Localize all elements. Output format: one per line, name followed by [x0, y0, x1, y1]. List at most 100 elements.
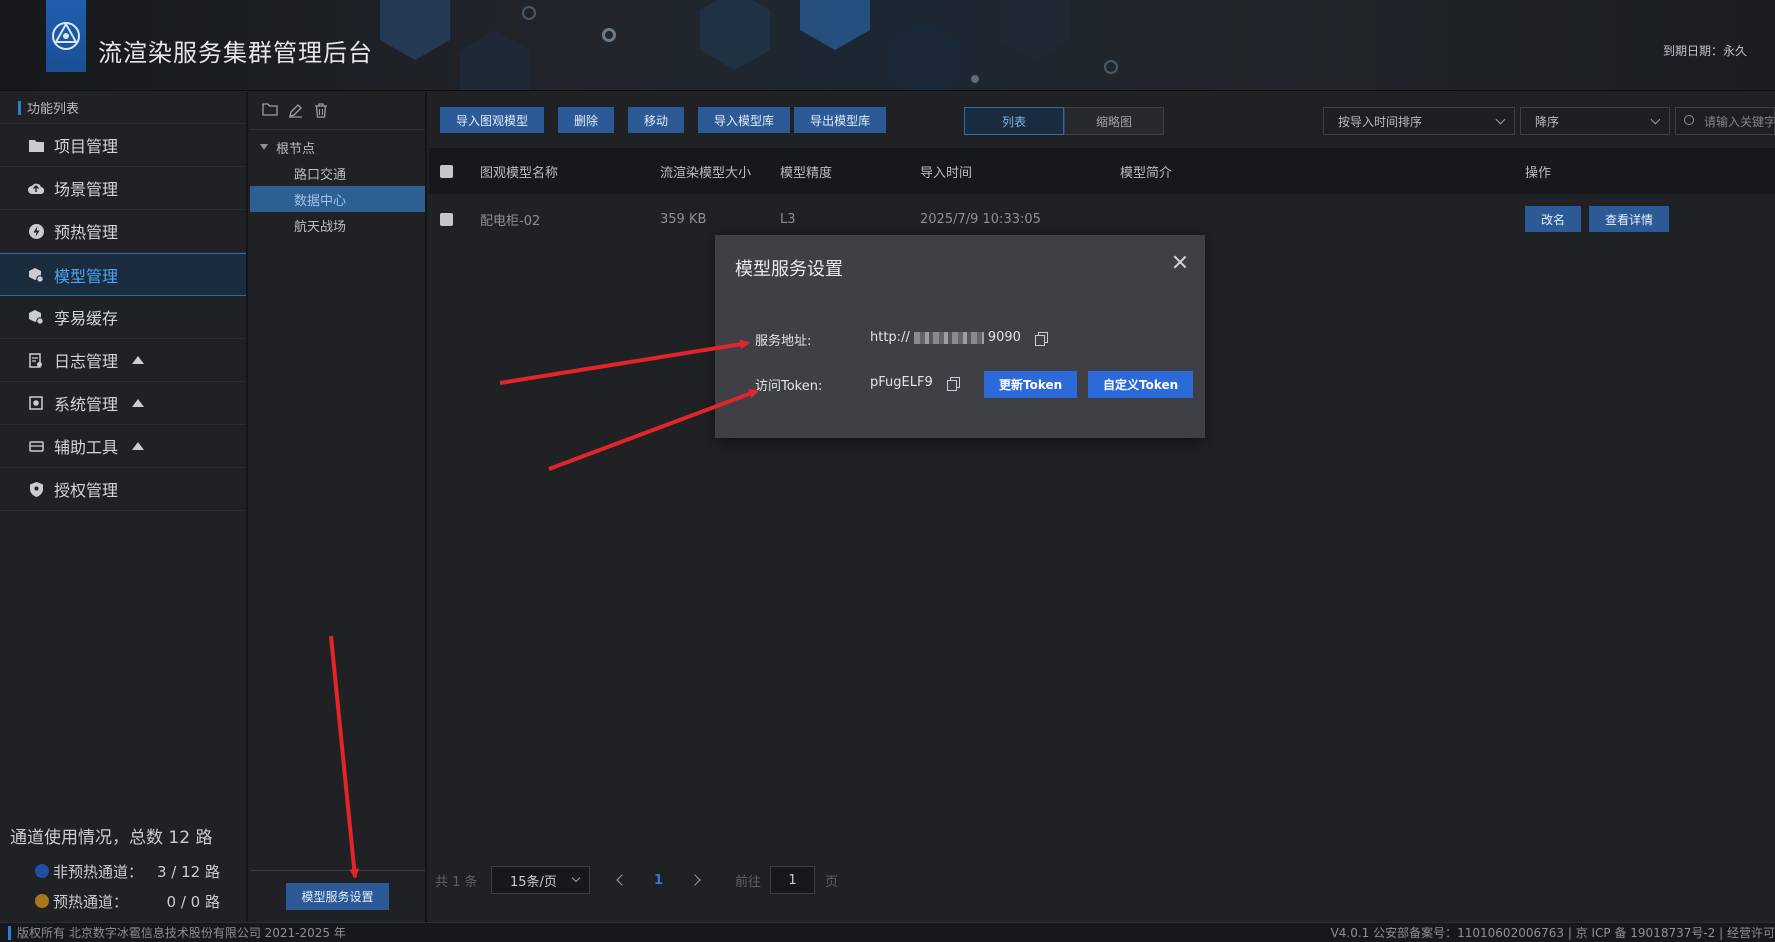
rename-button[interactable]: 改名 [1525, 206, 1582, 232]
access-token-label: 访问Token: [755, 379, 823, 394]
channel-usage: 通道使用情况，总数 12 路 非预热通道： 3 / 12 路 预热通道： 0 /… [10, 823, 240, 916]
sidebar: 功能列表 项目管理 场景管理 预热管理 模型管理 孪易缓存 日志管理 系统管理 … [0, 92, 248, 922]
goto-suffix: 页 [825, 874, 839, 890]
tree-node-label: 根节点 [276, 141, 316, 157]
column-header-precision: 模型精度 [780, 165, 833, 181]
new-folder-icon[interactable] [262, 102, 278, 119]
sidebar-item-model[interactable]: 模型管理 [0, 253, 246, 296]
folder-icon [28, 137, 44, 153]
footer-version: V4.0.1 公安部备案号：11010602006763 | 京 ICP 备 1… [1330, 926, 1775, 940]
sidebar-item-label: 预热管理 [54, 223, 119, 242]
caret-down-icon[interactable] [260, 144, 268, 150]
search-icon [1684, 115, 1694, 125]
address-suffix: 9090 [987, 330, 1021, 345]
dialog-title: 模型服务设置 [735, 259, 843, 280]
log-icon [28, 352, 44, 368]
sidebar-item-cache[interactable]: 孪易缓存 [0, 296, 246, 339]
tree-node-root[interactable]: 根节点 [250, 134, 425, 160]
search-input[interactable]: 请输入关键字 [1675, 107, 1775, 135]
channel-preheat: 预热通道： 0 / 0 路 [10, 886, 240, 916]
refresh-token-button[interactable]: 更新Token [984, 371, 1078, 398]
logo-icon [52, 21, 80, 50]
sidebar-item-label: 系统管理 [54, 395, 119, 414]
sidebar-item-project[interactable]: 项目管理 [0, 124, 246, 167]
cell-name: 配电柜-02 [480, 213, 541, 229]
tree-node[interactable]: 航天战场 [250, 212, 425, 238]
tab-thumbnail-view[interactable]: 缩略图 [1064, 107, 1164, 135]
page-size-value: 15条/页 [510, 874, 557, 890]
tab-list-view[interactable]: 列表 [964, 107, 1064, 135]
goto-label: 前往 [735, 874, 762, 890]
app-title: 流渲染服务集群管理后台 [98, 39, 373, 67]
channel-non-preheat: 非预热通道： 3 / 12 路 [10, 856, 240, 886]
goto-page-input[interactable] [770, 866, 815, 894]
footer-copyright: 版权所有 北京数字冰雹信息技术股份有限公司 2021-2025 年 [17, 926, 346, 940]
decor-dot [1104, 60, 1118, 74]
cell-import-time: 2025/7/9 10:33:05 [920, 211, 1041, 227]
cell-precision: L3 [780, 211, 796, 227]
trash-icon[interactable] [314, 102, 330, 119]
chevron-down-icon [1495, 114, 1506, 125]
decor-hex [1000, 0, 1070, 60]
tree-node[interactable]: 路口交通 [250, 160, 425, 186]
channel-usage-title: 通道使用情况，总数 12 路 [10, 828, 213, 848]
sidebar-item-label: 日志管理 [54, 352, 119, 371]
tree-node-selected[interactable]: 数据中心 [250, 186, 425, 212]
decor-hex [800, 0, 870, 50]
import-library-button[interactable]: 导入模型库 [698, 107, 791, 133]
copy-icon[interactable] [946, 376, 960, 391]
decor-hex [890, 20, 960, 90]
decor-dot [602, 28, 616, 42]
sidebar-item-label: 场景管理 [54, 180, 119, 199]
cell-size: 359 KB [660, 211, 707, 227]
sidebar-item-preheat[interactable]: 预热管理 [0, 210, 246, 253]
channel-label: 非预热通道： [53, 862, 144, 881]
sort-order-value: 降序 [1535, 114, 1560, 129]
chevron-up-icon [132, 399, 145, 407]
move-button[interactable]: 移动 [628, 107, 685, 133]
column-header-size: 流渲染模型大小 [660, 165, 752, 181]
next-page-icon[interactable] [689, 874, 701, 886]
sidebar-item-label: 辅助工具 [54, 438, 119, 457]
sidebar-item-system[interactable]: 系统管理 [0, 382, 246, 425]
import-model-button[interactable]: 导入图观模型 [440, 107, 545, 133]
sort-by-select[interactable]: 按导入时间排序 [1323, 107, 1515, 135]
channel-value: 0 / 0 路 [166, 892, 220, 911]
row-checkbox[interactable] [440, 212, 453, 226]
shield-icon [28, 481, 44, 497]
decor-dot [522, 6, 536, 20]
table-header: 图观模型名称 流渲染模型大小 模型精度 导入时间 模型简介 操作 [429, 148, 1775, 194]
select-all-checkbox[interactable] [440, 164, 453, 178]
model-service-settings-button[interactable]: 模型服务设置 [286, 883, 389, 910]
sort-order-select[interactable]: 降序 [1520, 107, 1670, 135]
page-size-select[interactable]: 15条/页 [491, 866, 590, 894]
export-library-button[interactable]: 导出模型库 [794, 107, 887, 133]
sidebar-item-scene[interactable]: 场景管理 [0, 167, 246, 210]
chevron-down-icon [571, 873, 581, 883]
pager-current-page[interactable]: 1 [654, 873, 663, 888]
status-dot-icon [35, 894, 49, 908]
delete-button[interactable]: 删除 [558, 107, 615, 133]
copy-icon[interactable] [1034, 331, 1048, 346]
tree-footer: 模型服务设置 [250, 870, 425, 922]
cube-gear-icon [28, 309, 44, 325]
prev-page-icon[interactable] [616, 874, 628, 886]
sidebar-item-tools[interactable]: 辅助工具 [0, 425, 246, 468]
decor-hex [700, 0, 770, 70]
sidebar-item-license[interactable]: 授权管理 [0, 468, 246, 511]
sidebar-item-log[interactable]: 日志管理 [0, 339, 246, 382]
pagination: 共 1 条 15条/页 1 前往 页 [429, 866, 1029, 894]
cloud-upload-icon [28, 180, 44, 196]
edit-icon[interactable] [288, 103, 304, 119]
status-dot-icon [35, 864, 49, 878]
channel-value: 3 / 12 路 [157, 862, 220, 881]
sidebar-item-label: 授权管理 [54, 481, 119, 500]
decor-hex [460, 30, 530, 90]
footer-accent [8, 925, 11, 940]
service-address-label: 服务地址: [755, 334, 812, 349]
custom-token-button[interactable]: 自定义Token [1088, 371, 1194, 398]
view-details-button[interactable]: 查看详情 [1589, 206, 1670, 232]
cube-gear-icon [28, 267, 44, 283]
tree-toolbar [250, 92, 425, 130]
close-icon[interactable] [1173, 255, 1187, 269]
